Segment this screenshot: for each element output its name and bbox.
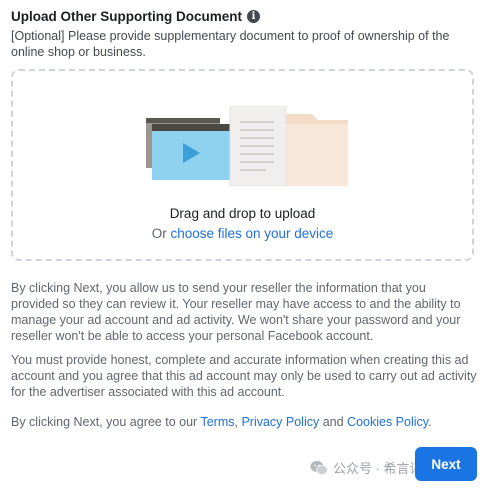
privacy-policy-link[interactable]: Privacy Policy [241,415,319,429]
reseller-disclaimer: By clicking Next, you allow us to send y… [11,281,461,343]
terms-link[interactable]: Terms [200,415,234,429]
subtitle: [Optional] Please provide supplementary … [11,29,450,59]
next-button[interactable]: Next [415,447,477,481]
and-separator: and [319,415,348,429]
wechat-icon [310,460,328,475]
header: Upload Other Supporting Document i [11,9,260,24]
upload-dropzone[interactable]: Drag and drop to upload Or choose files … [11,69,474,261]
period: . [428,415,432,429]
dropzone-instruction: Drag and drop to upload [169,206,316,221]
upload-illustration [146,106,348,186]
agreement-text: By clicking Next, you agree to our Terms… [11,414,477,430]
or-label: Or [151,226,171,241]
agreement-prefix: By clicking Next, you agree to our [11,415,201,429]
choose-files-link[interactable]: choose files on your device [170,226,333,241]
page-title: Upload Other Supporting Document [11,9,242,24]
dropzone-choose-row: Or choose files on your device [13,226,472,241]
honesty-disclaimer: You must provide honest, complete and ac… [11,353,477,399]
info-icon[interactable]: i [247,10,260,23]
cookies-policy-link[interactable]: Cookies Policy [347,415,428,429]
